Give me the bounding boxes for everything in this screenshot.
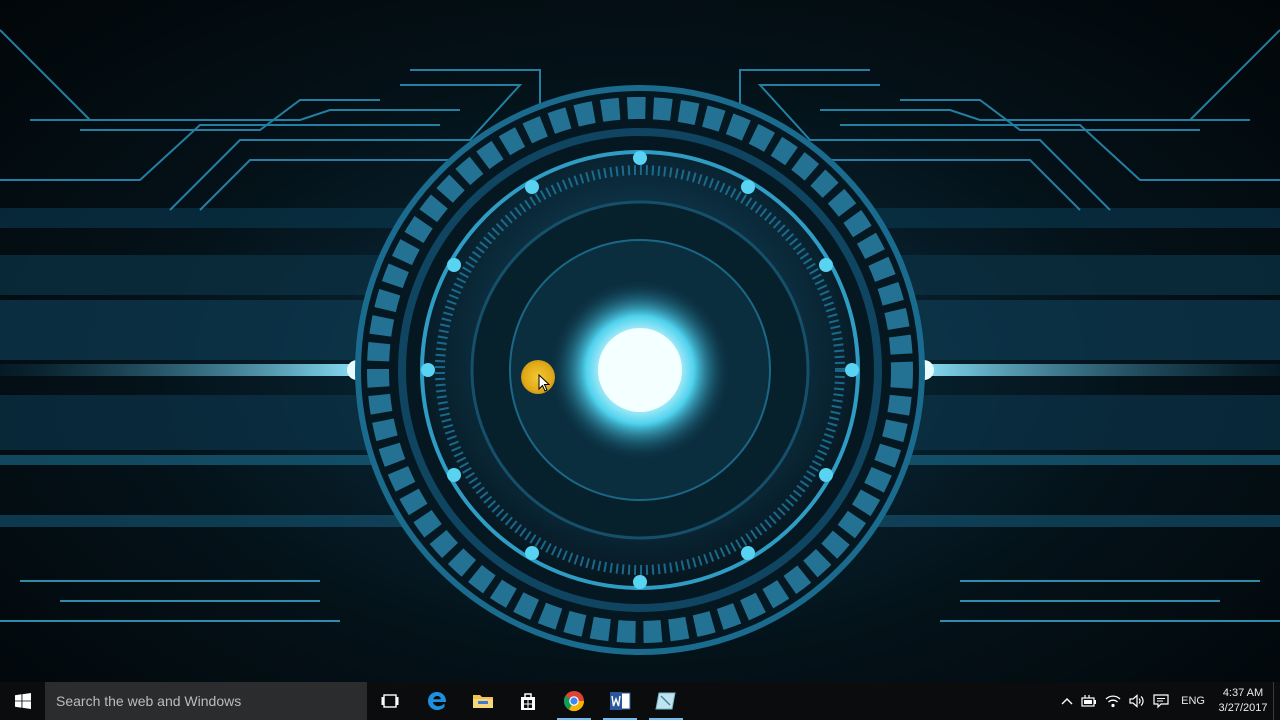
taskbar-file-explorer-button[interactable] — [460, 682, 506, 720]
clock[interactable]: 4:37 AM 3/27/2017 — [1213, 682, 1273, 720]
search-placeholder: Search the web and Windows — [56, 693, 242, 709]
taskbar-word-button[interactable] — [597, 682, 643, 720]
task-view-button[interactable] — [367, 682, 413, 720]
taskbar-chrome-button[interactable] — [551, 682, 597, 720]
folder-icon — [473, 695, 493, 708]
battery-icon — [1081, 695, 1097, 707]
action-center-icon — [1153, 693, 1169, 708]
desktop[interactable] — [0, 0, 1280, 682]
show-hidden-icons-button[interactable] — [1057, 682, 1077, 720]
taskbar-snipping-tool-button[interactable] — [643, 682, 689, 720]
volume-control[interactable] — [1125, 682, 1149, 720]
store-icon — [521, 693, 535, 710]
taskbar-edge-button[interactable] — [414, 682, 460, 720]
clock-time: 4:37 AM — [1222, 687, 1264, 699]
wifi-icon — [1105, 695, 1121, 708]
word-icon — [610, 692, 631, 710]
language-indicator[interactable]: ENG — [1173, 682, 1213, 720]
mouse-pointer-icon — [538, 374, 550, 392]
task-view-icon — [381, 694, 399, 708]
edge-icon — [428, 692, 447, 710]
windows-logo-icon — [14, 693, 31, 709]
snipping-tool-icon — [655, 692, 676, 710]
battery-status[interactable] — [1077, 682, 1101, 720]
wallpaper-image — [0, 29, 1280, 655]
search-input[interactable]: Search the web and Windows — [45, 682, 367, 720]
system-tray: ENG 4:37 AM 3/27/2017 — [1057, 682, 1280, 720]
taskbar-store-button[interactable] — [505, 682, 551, 720]
clock-date: 3/27/2017 — [1218, 702, 1268, 714]
start-button[interactable] — [0, 682, 45, 720]
volume-icon — [1129, 694, 1144, 708]
taskbar: Search the web and Windows ENG 4:37 AM 3… — [0, 682, 1280, 720]
action-center-button[interactable] — [1149, 682, 1173, 720]
network-status[interactable] — [1101, 682, 1125, 720]
chrome-icon — [563, 691, 585, 712]
chevron-up-icon — [1061, 698, 1073, 705]
show-desktop-button[interactable] — [1273, 682, 1280, 720]
